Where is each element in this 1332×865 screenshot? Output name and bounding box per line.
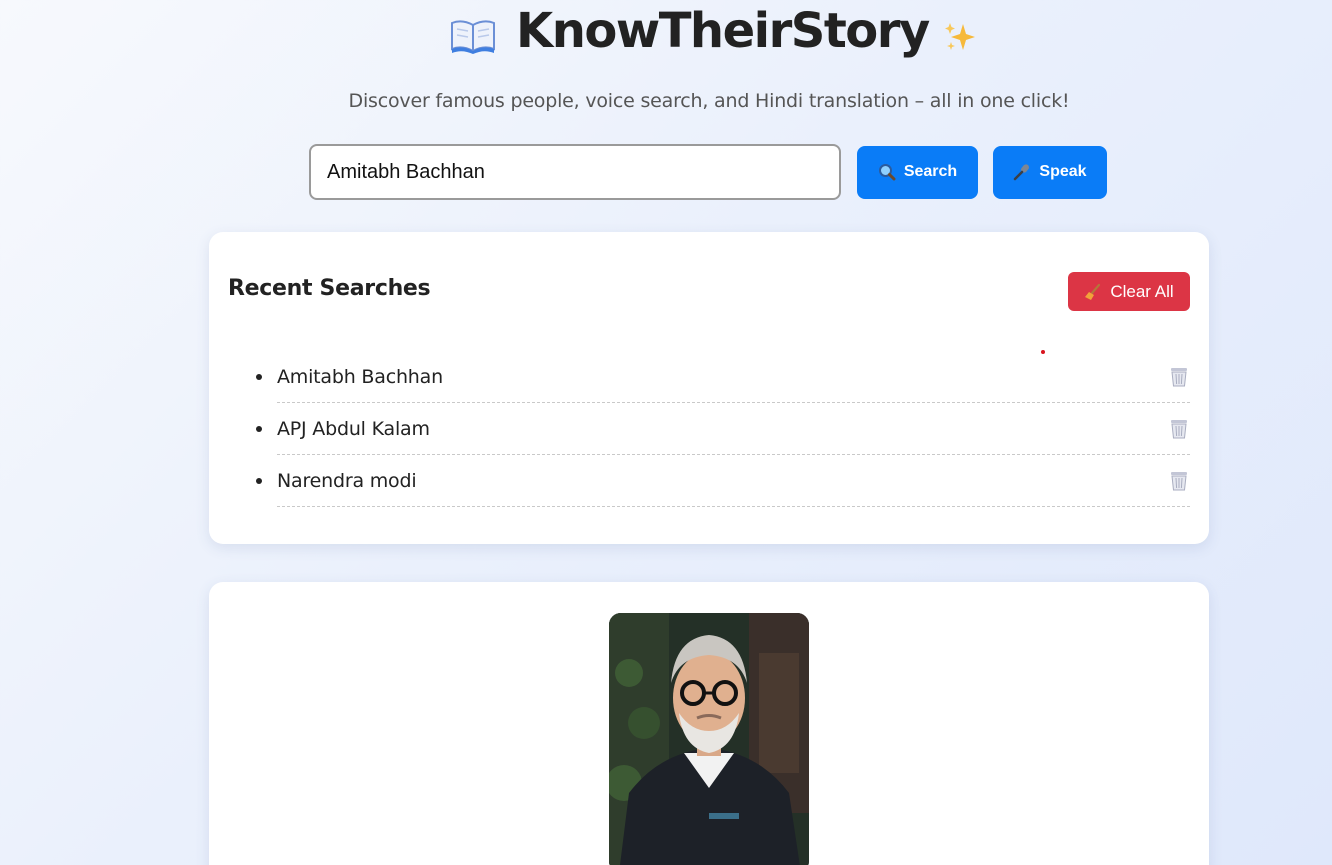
search-button[interactable]: Search — [857, 145, 978, 199]
bullet — [256, 374, 262, 380]
clear-all-button[interactable]: Clear All — [1068, 272, 1190, 311]
trash-icon[interactable] — [1168, 470, 1190, 492]
header: KnowTheirStory Discover famous people, v… — [0, 0, 1332, 112]
recent-search-item[interactable]: Narendra modi — [256, 456, 1190, 507]
recent-search-label[interactable]: APJ Abdul Kalam — [277, 418, 430, 440]
trash-icon[interactable] — [1168, 418, 1190, 440]
microphone-icon — [1014, 164, 1030, 181]
speak-button[interactable]: Speak — [993, 145, 1107, 199]
search-button-label: Search — [903, 163, 958, 180]
recent-search-item[interactable]: APJ Abdul Kalam — [256, 404, 1190, 455]
recent-searches-title: Recent Searches — [228, 276, 431, 301]
search-input[interactable] — [309, 144, 841, 200]
speak-button-label: Speak — [1039, 163, 1087, 180]
profile-card — [209, 582, 1209, 865]
app-title: KnowTheirStory — [516, 3, 930, 59]
subtitle: Discover famous people, voice search, an… — [348, 90, 1070, 112]
clear-all-label: Clear All — [1110, 281, 1174, 301]
title-row: KnowTheirStory — [450, 0, 977, 62]
open-book-icon — [451, 20, 495, 54]
sparkles-icon — [944, 23, 975, 50]
broom-icon — [1085, 283, 1101, 300]
recent-search-label[interactable]: Narendra modi — [277, 470, 417, 492]
magnifier-icon — [878, 164, 896, 181]
person-photo — [609, 613, 809, 865]
recent-searches-list: Amitabh Bachhan APJ Abdul Kalam Narendra… — [256, 352, 1190, 508]
recent-search-label[interactable]: Amitabh Bachhan — [277, 366, 443, 388]
bullet — [256, 478, 262, 484]
trash-icon[interactable] — [1168, 366, 1190, 388]
person-photo-illustration — [609, 613, 809, 865]
search-bar: Search Speak — [309, 144, 1107, 200]
recent-searches-card: Recent Searches Clear All Amitabh Bachha… — [209, 232, 1209, 544]
bullet — [256, 426, 262, 432]
recent-search-item[interactable]: Amitabh Bachhan — [256, 352, 1190, 403]
